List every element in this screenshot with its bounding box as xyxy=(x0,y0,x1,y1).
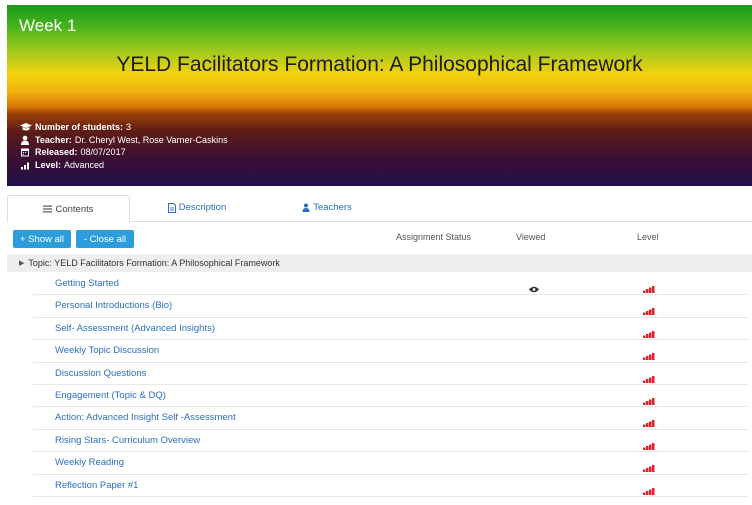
course-title: YELD Facilitators Formation: A Philosoph… xyxy=(116,53,643,76)
week-label: Week 1 xyxy=(19,16,77,35)
column-viewed: Viewed xyxy=(516,232,546,242)
content-item-link[interactable]: Weekly Topic Discussion xyxy=(55,345,159,356)
tab-contents[interactable]: Contents xyxy=(7,195,130,223)
content-item-link[interactable]: Getting Started xyxy=(55,278,119,289)
document-icon xyxy=(167,202,176,213)
list-item: Weekly Reading xyxy=(0,452,752,475)
content-item-link[interactable]: Rising Stars- Curriculum Overview xyxy=(55,435,200,446)
content-item-link[interactable]: Engagement (Topic & DQ) xyxy=(55,390,166,401)
column-assignment-status: Assignment Status xyxy=(396,232,472,242)
meta-value: 3 xyxy=(126,122,132,132)
meta-key: Teacher: xyxy=(35,134,72,145)
column-level: Level xyxy=(637,232,659,242)
calendar-icon xyxy=(20,147,32,157)
list-item: Engagement (Topic & DQ) xyxy=(0,385,752,408)
course-meta: Number of students: 3 Teacher: Dr. Chery… xyxy=(20,121,228,171)
meta-value: Advanced xyxy=(64,159,105,170)
topic-header[interactable]: ▶ Topic: YELD Facilitators Formation: A … xyxy=(7,254,752,272)
tab-label: Contents xyxy=(55,203,94,215)
content-item-link[interactable]: Reflection Paper #1 xyxy=(55,480,138,491)
tab-teachers[interactable]: Teachers xyxy=(282,195,372,220)
list-item: Reflection Paper #1 xyxy=(0,475,752,497)
meta-students: Number of students: 3 xyxy=(20,121,228,134)
meta-key: Level: xyxy=(35,159,62,170)
tab-description[interactable]: Description xyxy=(147,195,247,220)
tab-label: Description xyxy=(178,202,227,213)
meta-value: 08/07/2017 xyxy=(80,147,126,157)
meta-released: Released: 08/07/2017 xyxy=(20,146,228,159)
show-all-button[interactable]: + Show all xyxy=(13,230,71,248)
topic-title: Topic: YELD Facilitators Formation: A Ph… xyxy=(28,258,280,268)
meta-level: Level: Advanced xyxy=(20,159,228,172)
user-icon xyxy=(20,135,32,145)
tab-label: Teachers xyxy=(313,202,352,213)
tab-bar: Contents Description Teachers xyxy=(7,195,752,223)
signal-bars-icon xyxy=(20,160,32,170)
content-list: Getting Started Personal Introductions (B… xyxy=(0,273,752,497)
content-item-link[interactable]: Self- Assessment (Advanced Insights) xyxy=(55,323,215,334)
content-item-link[interactable]: Discussion Questions xyxy=(55,368,146,379)
meta-key: Released: xyxy=(35,147,78,157)
list-item: Self- Assessment (Advanced Insights) xyxy=(0,318,752,341)
list-item: Weekly Topic Discussion xyxy=(0,340,752,363)
content-item-link[interactable]: Action: Advanced Insight Self -Assessmen… xyxy=(55,412,236,423)
list-item: Discussion Questions xyxy=(0,363,752,385)
row-divider xyxy=(33,495,748,497)
content-item-link[interactable]: Personal Introductions (Bio) xyxy=(55,300,172,311)
list-item: Personal Introductions (Bio) xyxy=(0,295,752,318)
user-icon xyxy=(302,203,310,212)
meta-key: Number of students: xyxy=(35,122,124,132)
list-icon xyxy=(43,205,53,213)
content-item-link[interactable]: Weekly Reading xyxy=(55,457,124,468)
course-banner: Week 1 YELD Facilitators Formation: A Ph… xyxy=(7,5,752,186)
close-all-button[interactable]: - Close all xyxy=(76,230,134,248)
list-item: Rising Stars- Curriculum Overview xyxy=(0,430,752,453)
meta-value: Dr. Cheryl West, Rose Varner-Caskins xyxy=(74,134,228,145)
meta-teacher: Teacher: Dr. Cheryl West, Rose Varner-Ca… xyxy=(20,134,228,147)
list-item: Action: Advanced Insight Self -Assessmen… xyxy=(0,407,752,430)
caret-right-icon: ▶ xyxy=(19,260,25,267)
list-item: Getting Started xyxy=(0,273,752,296)
graduation-cap-icon xyxy=(20,122,32,132)
